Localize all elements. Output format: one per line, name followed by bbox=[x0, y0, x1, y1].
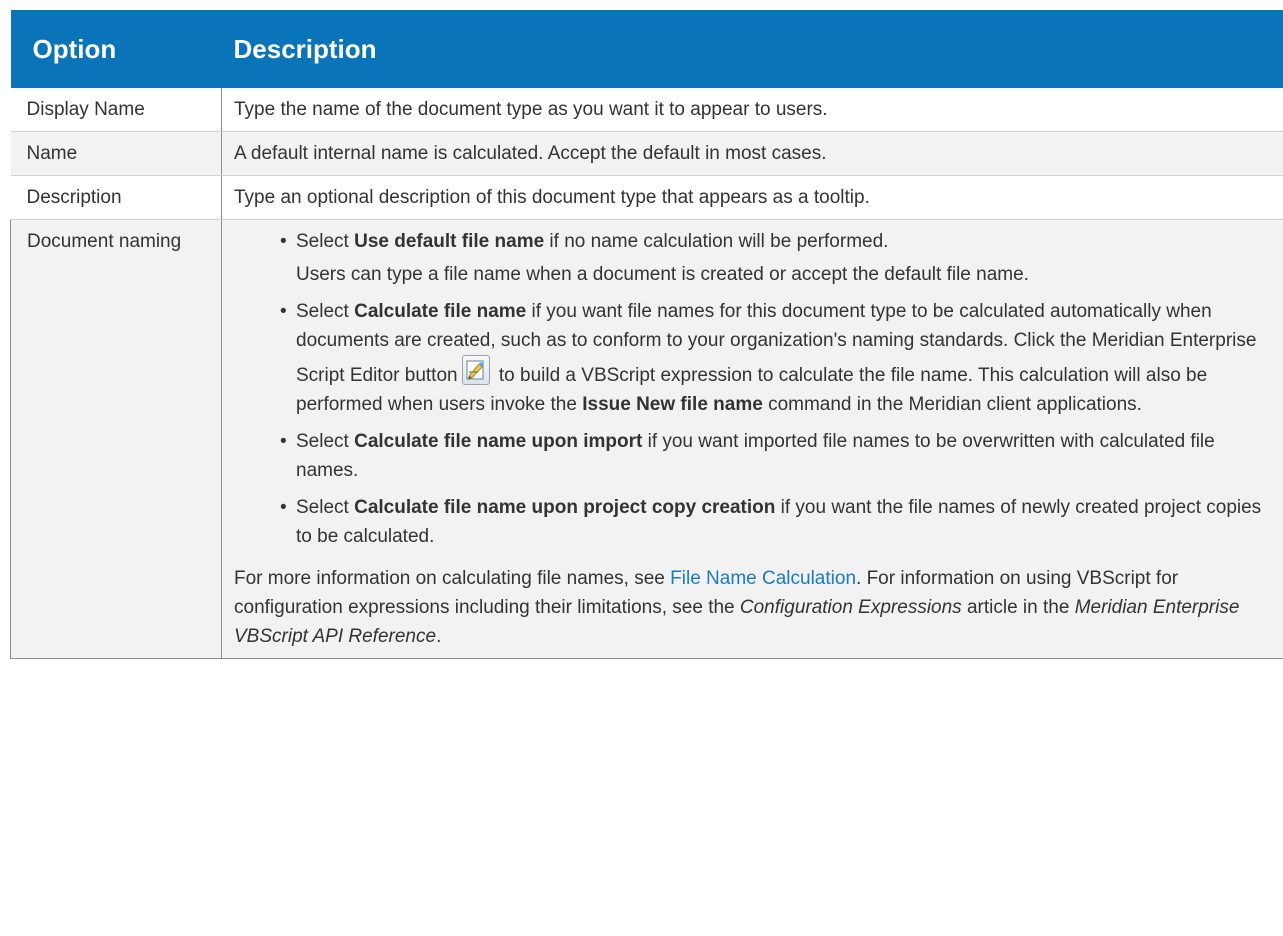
option-cell: Name bbox=[10, 131, 222, 176]
list-item: Select Calculate file name upon project … bbox=[280, 493, 1272, 551]
text: For more information on calculating file… bbox=[234, 568, 671, 589]
option-name: Use default file name bbox=[354, 231, 545, 252]
text: Select bbox=[296, 231, 355, 252]
description-cell: Select Use default file name if no name … bbox=[221, 219, 1283, 659]
table-header-row: Option Description bbox=[10, 10, 1283, 88]
table-row: Description Type an optional description… bbox=[10, 175, 1283, 220]
option-cell: Description bbox=[10, 175, 222, 220]
option-name: Calculate file name upon import bbox=[354, 431, 643, 452]
description-cell: Type the name of the document type as yo… bbox=[221, 88, 1283, 132]
header-option: Option bbox=[10, 10, 222, 88]
table-row: Display Name Type the name of the docume… bbox=[10, 88, 1283, 132]
text: Select bbox=[296, 301, 355, 322]
header-description: Description bbox=[221, 10, 1283, 88]
text: if no name calculation will be performed… bbox=[544, 231, 889, 252]
option-cell: Document naming bbox=[10, 219, 222, 659]
more-info-paragraph: For more information on calculating file… bbox=[234, 564, 1272, 651]
table-row: Name A default internal name is calculat… bbox=[10, 131, 1283, 176]
command-name: Issue New file name bbox=[582, 394, 763, 415]
naming-options-list: Select Use default file name if no name … bbox=[234, 227, 1272, 551]
option-label: Document naming bbox=[27, 231, 182, 252]
text: Select bbox=[296, 431, 355, 452]
option-name: Calculate file name bbox=[354, 301, 527, 322]
text: . bbox=[436, 626, 442, 647]
list-item-note: Users can type a file name when a docume… bbox=[296, 264, 1029, 285]
text: article in the bbox=[961, 597, 1075, 618]
description-cell: Type an optional description of this doc… bbox=[221, 175, 1283, 220]
script-editor-icon bbox=[461, 355, 490, 385]
table-row: Document naming Select Use default file … bbox=[10, 219, 1283, 659]
article-title: Configuration Expressions bbox=[739, 597, 962, 618]
list-item: Select Use default file name if no name … bbox=[280, 227, 1272, 289]
text: Select bbox=[296, 497, 355, 518]
options-table: Option Description Display Name Type the… bbox=[10, 10, 1283, 659]
option-cell: Display Name bbox=[10, 88, 222, 132]
option-name: Calculate file name upon project copy cr… bbox=[354, 497, 776, 518]
text: command in the Meridian client applicati… bbox=[762, 394, 1142, 415]
list-item: Select Calculate file name upon import i… bbox=[280, 427, 1272, 485]
list-item: Select Calculate file name if you want f… bbox=[280, 297, 1272, 419]
description-cell: A default internal name is calculated. A… bbox=[221, 131, 1283, 176]
file-name-calculation-link[interactable]: File Name Calculation bbox=[670, 568, 856, 589]
